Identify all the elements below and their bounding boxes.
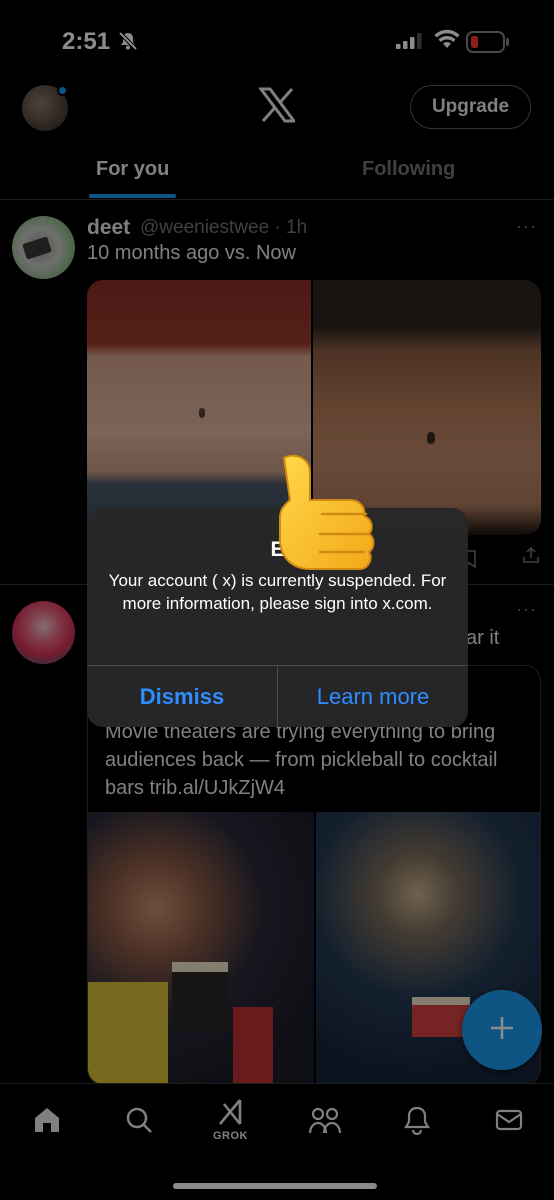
thumbs-up-icon	[262, 448, 390, 598]
dismiss-button[interactable]: Dismiss	[87, 666, 277, 727]
learn-more-button[interactable]: Learn more	[278, 666, 468, 727]
